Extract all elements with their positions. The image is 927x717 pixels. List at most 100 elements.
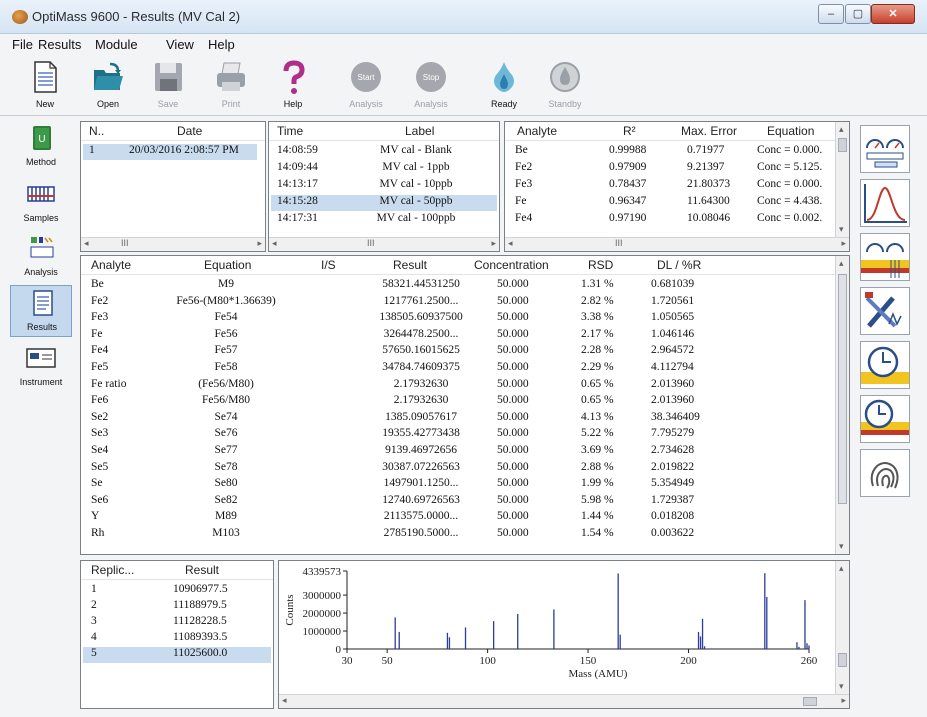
cal-analyte: Fe4 (515, 212, 533, 224)
result-value: 30387.07226563 (382, 460, 460, 473)
tuning-view-button[interactable] (860, 233, 910, 281)
results-header-rsd[interactable]: RSD (588, 258, 613, 272)
replicate-row[interactable]: 5 11025600.0 (83, 647, 271, 663)
sidebar-item-instrument[interactable]: Instrument (10, 341, 72, 393)
result-dl: 7.795279 (651, 427, 695, 440)
replicate-number: 5 (91, 647, 97, 659)
results-header-equation[interactable]: Equation (204, 258, 251, 272)
calibration-row[interactable]: Fe2 0.97909 9.21397 Conc = 5.125. (505, 161, 835, 177)
gauges-view-button[interactable] (860, 125, 910, 173)
sample-row[interactable]: 14:09:44 MV cal - 1ppb (271, 161, 497, 177)
cal-header-r2[interactable]: R² (623, 124, 636, 138)
sample-row[interactable]: 14:08:59 MV cal - Blank (271, 144, 497, 160)
calibration-row[interactable]: Fe4 0.97190 10.08046 Conc = 0.002. (505, 212, 835, 228)
calibration-row[interactable]: Fe3 0.78437 21.80373 Conc = 0.000. (505, 178, 835, 194)
close-button[interactable]: ✕ (871, 4, 915, 24)
results-row[interactable]: Fe3 Fe54 138505.60937500 50.000 3.38 % 1.0505… (81, 311, 837, 327)
replicates-header-result[interactable]: Result (185, 563, 219, 577)
results-row[interactable]: Fe2 Fe56-(M80*1.36639) 1217761.2500... 50.0… (81, 295, 837, 311)
cal-header-max-error[interactable]: Max. Error (681, 124, 737, 138)
results-row[interactable]: Be M9 58321.44531250 50.000 1.31 % 0.681039 (81, 278, 837, 294)
result-rsd: 1.44 % (581, 510, 614, 523)
calibration-row[interactable]: Be 0.99988 0.71977 Conc = 0.000. (505, 144, 835, 160)
sample-row[interactable]: 14:15:28 MV cal - 50ppb (271, 195, 497, 211)
standby-button[interactable]: Standby (537, 58, 593, 114)
results-row[interactable]: Se4 Se77 9139.46972656 50.000 3.69 % 2.734628 (81, 444, 837, 460)
new-button[interactable]: New (17, 58, 73, 114)
results-row[interactable]: Se3 Se76 19355.42773438 50.000 5.22 % 7.79527… (81, 427, 837, 443)
results-header-dl[interactable]: DL / %R (657, 258, 701, 272)
results-row[interactable]: Se Se80 1497901.1250... 50.000 1.99 % 5.35494… (81, 477, 837, 493)
results-row[interactable]: Se2 Se74 1385.09057617 50.000 4.13 % 38.34640… (81, 411, 837, 427)
calibration-row[interactable]: Fe 0.96347 11.64300 Conc = 4.438. (505, 195, 835, 211)
stop-analysis-button[interactable]: Stop Analysis (403, 58, 459, 114)
results-vertical-scrollbar[interactable]: ▴ ▾ (835, 256, 849, 554)
sample-row[interactable]: 14:13:17 MV cal - 10ppb (271, 178, 497, 194)
results-header-concentration[interactable]: Concentration (474, 258, 549, 272)
runs-row[interactable]: 1 20/03/2016 2:08:57 PM (83, 144, 257, 160)
save-button[interactable]: Save (140, 58, 196, 114)
minimize-button[interactable]: – (818, 4, 844, 24)
sample-row[interactable]: 14:17:31 MV cal - 100ppb (271, 212, 497, 228)
print-button[interactable]: Print (203, 58, 259, 114)
calibration-vertical-scrollbar[interactable]: ▴ ▾ (835, 122, 849, 237)
replicate-row[interactable]: 4 11089393.5 (83, 631, 271, 647)
samples-header-time[interactable]: Time (277, 124, 303, 138)
result-value: 138505.60937500 (379, 311, 463, 324)
cal-r2: 0.96347 (609, 195, 647, 207)
menu-help[interactable]: Help (208, 37, 235, 52)
security-view-button[interactable] (860, 449, 910, 497)
ready-button[interactable]: Ready (476, 58, 532, 114)
results-row[interactable]: Fe4 Fe57 57650.16015625 50.000 2.28 % 2.96457… (81, 344, 837, 360)
cal-analyte: Be (515, 144, 528, 156)
open-button[interactable]: Open (80, 58, 136, 114)
sidebar-item-results[interactable]: Results (10, 285, 72, 337)
sample-time: 14:09:44 (277, 161, 318, 173)
samples-horizontal-scrollbar[interactable]: ◂ III ▸ (269, 237, 499, 251)
tools-view-button[interactable] (860, 287, 910, 335)
result-equation: M103 (212, 527, 240, 539)
menu-view[interactable]: View (166, 37, 194, 52)
plot-horizontal-scrollbar[interactable]: ◂ ▸ (279, 694, 849, 708)
result-analyte: Y (91, 510, 100, 523)
results-row[interactable]: Fe Fe56 3264478.2500... 50.000 2.17 % 1.04614… (81, 328, 837, 344)
results-row[interactable]: Fe6 Fe56/M80 2.17932630 50.000 0.65 % 2.01396… (81, 394, 837, 410)
start-analysis-button[interactable]: Start Analysis (338, 58, 394, 114)
results-row[interactable]: Rh M103 2785190.5000... 50.000 1.54 % 0.00362… (81, 527, 837, 543)
results-header-analyte[interactable]: Analyte (91, 258, 131, 272)
menu-results[interactable]: Results (38, 37, 81, 52)
schedule-view-button[interactable] (860, 341, 910, 389)
results-row[interactable]: Y M89 2113575.0000... 50.000 1.44 % 0.018208 (81, 510, 837, 526)
timed-tuning-view-button[interactable] (860, 395, 910, 443)
results-header-result[interactable]: Result (393, 258, 427, 272)
cal-header-analyte[interactable]: Analyte (517, 124, 557, 138)
result-value: 58321.44531250 (382, 278, 460, 290)
menu-file[interactable]: File (12, 37, 33, 52)
runs-header-n[interactable]: N.. (89, 124, 104, 138)
runs-horizontal-scrollbar[interactable]: ◂ III ▸ (81, 237, 265, 251)
plot-vertical-scrollbar[interactable]: ▴ ▾ (835, 561, 849, 694)
calibration-horizontal-scrollbar[interactable]: ◂ III ▸ (505, 237, 849, 251)
results-row[interactable]: Fe5 Fe58 34784.74609375 50.000 2.29 % 4.11279… (81, 361, 837, 377)
results-header-is[interactable]: I/S (321, 258, 336, 272)
runs-header-date[interactable]: Date (177, 124, 202, 138)
maximize-button[interactable]: ▢ (845, 4, 871, 24)
replicate-row[interactable]: 1 10906977.5 (83, 583, 271, 599)
results-row[interactable]: Fe ratio (Fe56/M80) 2.17932630 50.000 0.65 %… (81, 378, 837, 394)
peak-view-button[interactable] (860, 179, 910, 227)
help-button[interactable]: Help (265, 58, 321, 114)
tuning-gauge-icon (861, 243, 909, 278)
replicate-row[interactable]: 2 11188979.5 (83, 599, 271, 615)
sidebar-item-method[interactable]: U Method (10, 121, 72, 173)
replicates-header-n[interactable]: Replic... (91, 563, 134, 577)
results-row[interactable]: Se5 Se78 30387.07226563 50.000 2.88 % 2.01982… (81, 461, 837, 477)
sidebar-item-samples[interactable]: Samples (10, 177, 72, 229)
replicate-row[interactable]: 3 11128228.5 (83, 615, 271, 631)
cal-header-equation[interactable]: Equation (767, 124, 814, 138)
samples-header-label[interactable]: Label (405, 124, 434, 138)
sidebar-item-analysis[interactable]: Analysis (10, 231, 72, 283)
result-dl: 1.046146 (651, 327, 695, 340)
menu-module[interactable]: Module (95, 37, 138, 52)
results-row[interactable]: Se6 Se82 12740.69726563 50.000 5.98 % 1.72938… (81, 494, 837, 510)
x-axis-label: Mass (AMU) (569, 668, 628, 680)
